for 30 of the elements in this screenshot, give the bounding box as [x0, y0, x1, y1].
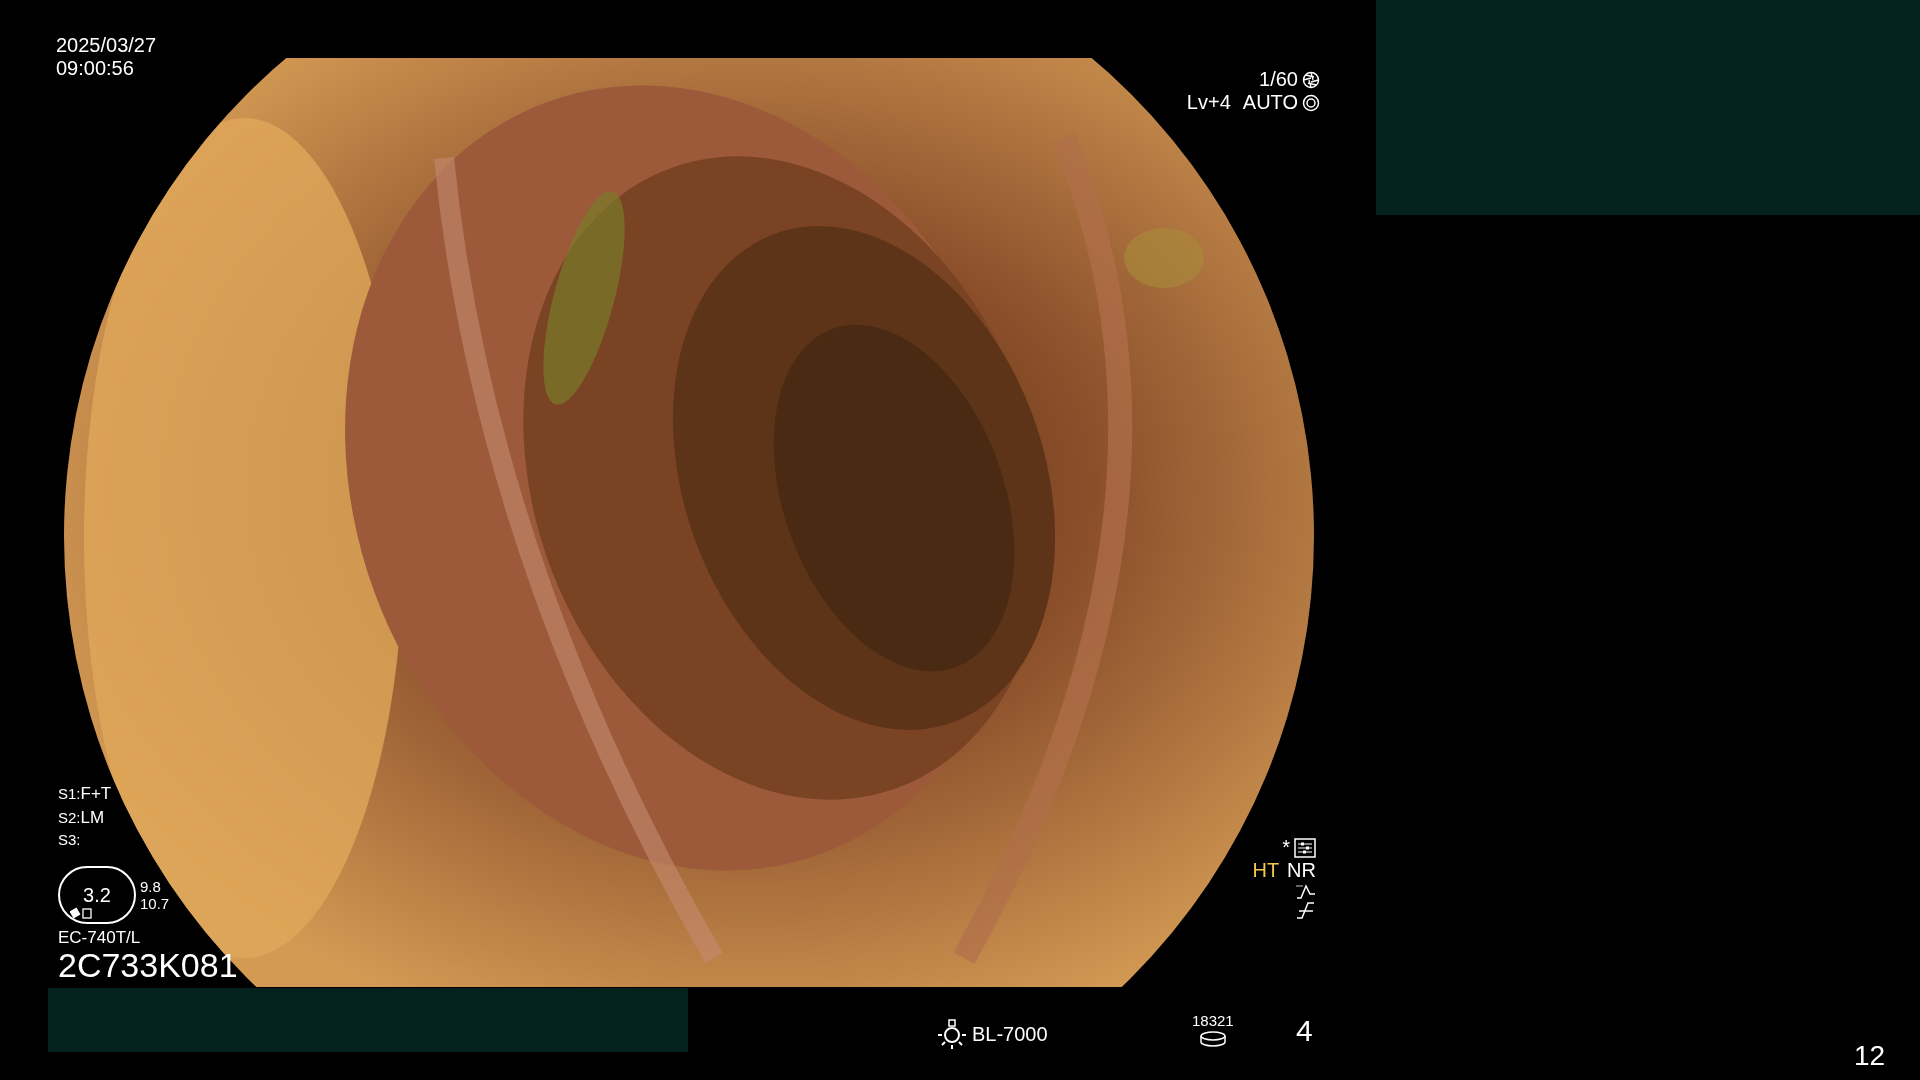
gauge-value: 3.2 [83, 883, 111, 907]
gauge-reading: 9.8 [140, 877, 162, 895]
curve-icon [1294, 882, 1316, 900]
exposure-mode-text: AUTO [1242, 91, 1298, 114]
curve-icon [1294, 900, 1316, 920]
lamp-icon [936, 1018, 968, 1050]
setting-label: S1: [58, 785, 81, 803]
brightness-level-text: Lv+4 [1186, 91, 1231, 114]
asterisk-mark: * [1282, 836, 1290, 859]
setting-value: LM [80, 807, 105, 828]
setting-label: S2: [58, 808, 81, 826]
scope-serial-text: 2C733K081 [58, 947, 238, 982]
frame-number: 12 [1854, 1040, 1886, 1071]
setting-label: S3: [58, 831, 81, 849]
settings-icon [1294, 837, 1316, 858]
scope-tip-icon [70, 906, 94, 920]
shutter-speed-text: 1/60 [1259, 68, 1298, 91]
disk-icon [1198, 1031, 1227, 1047]
time-text: 09:00:56 [56, 57, 135, 80]
date-text: 2025/03/27 [56, 34, 157, 57]
iris-icon [1302, 93, 1320, 112]
scope-model-text: EC-740T/L [58, 928, 142, 948]
counter-text: 18321 [1192, 1012, 1234, 1030]
page-number: 4 [1296, 1014, 1313, 1047]
mode-indicator: HT [1252, 859, 1280, 882]
mode-indicator: NR [1287, 859, 1316, 882]
setting-value: F+T [80, 784, 112, 804]
aperture-icon [1302, 70, 1320, 89]
gauge-reading: 10.7 [140, 895, 170, 913]
light-source-text: BL-7000 [972, 1022, 1048, 1046]
